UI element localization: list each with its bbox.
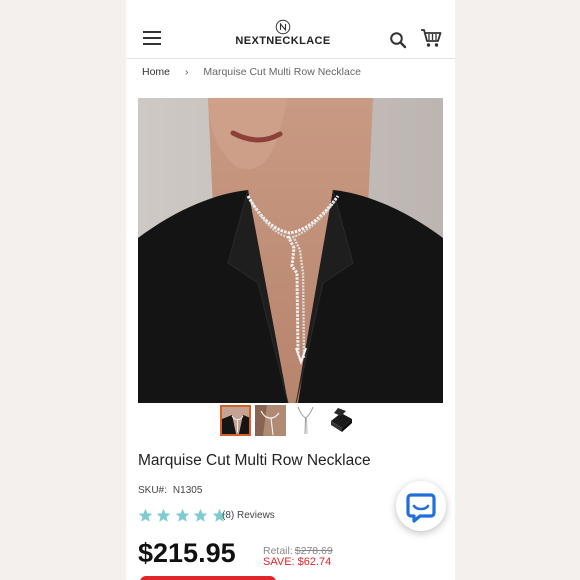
search-icon[interactable] xyxy=(389,31,407,49)
thumbnail-close-up[interactable] xyxy=(255,405,286,436)
star-icon xyxy=(194,509,208,522)
breadcrumb-home-link[interactable]: Home xyxy=(142,66,170,78)
thumbnail-flat-lay[interactable] xyxy=(290,405,321,436)
add-to-cart-button[interactable] xyxy=(140,576,276,580)
hamburger-menu-icon[interactable] xyxy=(143,31,161,45)
rating-stars[interactable] xyxy=(138,507,227,523)
star-icon xyxy=(175,509,190,522)
sku-label: SKU#: xyxy=(138,485,167,496)
product-main-image[interactable] xyxy=(138,98,443,403)
thumbnail-box[interactable] xyxy=(325,405,356,436)
mobile-page: NEXTNECKLACE Home › Marquise Cut Multi R… xyxy=(126,0,455,580)
star-icon xyxy=(138,509,153,522)
product-sku: SKU#: N1305 xyxy=(138,485,202,496)
chat-bubble-icon xyxy=(406,493,436,523)
product-title: Marquise Cut Multi Row Necklace xyxy=(138,452,371,469)
shopping-cart-icon[interactable] xyxy=(420,28,442,48)
reviews-link[interactable]: (8) Reviews xyxy=(222,510,275,521)
site-header: NEXTNECKLACE xyxy=(126,0,455,59)
thumbnail-model[interactable] xyxy=(220,405,251,436)
site-logo[interactable]: NEXTNECKLACE xyxy=(228,19,338,49)
chat-button[interactable] xyxy=(396,481,446,531)
logo-mark-icon xyxy=(275,19,291,35)
star-icon xyxy=(157,509,171,522)
breadcrumb-current: Marquise Cut Multi Row Necklace xyxy=(203,66,361,78)
breadcrumb: Home › Marquise Cut Multi Row Necklace xyxy=(142,66,361,78)
savings-amount: SAVE: $62.74 xyxy=(263,556,332,568)
chevron-right-icon: › xyxy=(184,66,189,78)
brand-name: NEXTNECKLACE xyxy=(235,35,331,47)
sku-value: N1305 xyxy=(172,485,203,496)
product-price: $215.95 xyxy=(138,538,236,568)
